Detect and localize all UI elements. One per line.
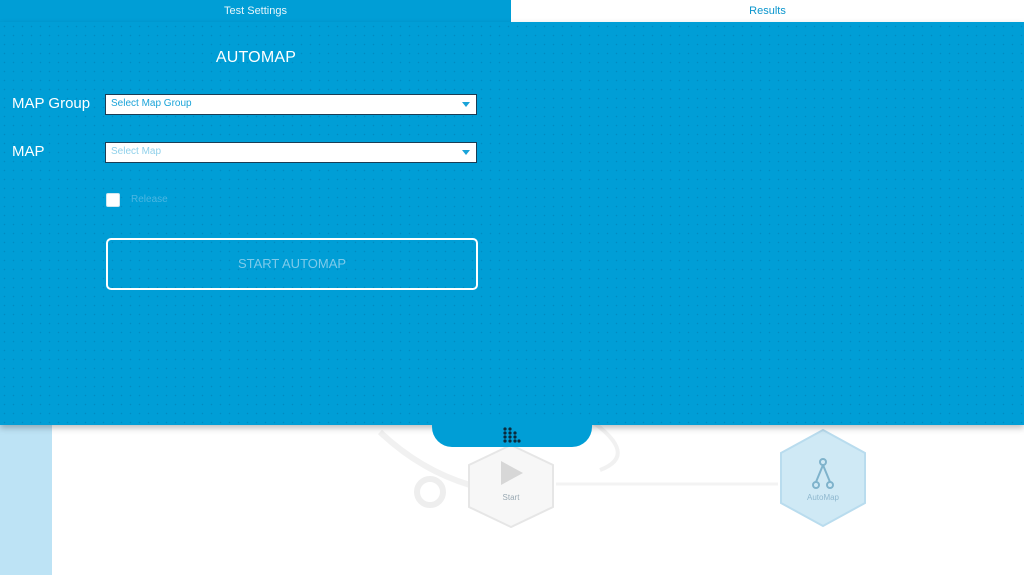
automap-node[interactable]: AutoMap bbox=[778, 428, 868, 528]
tab-test-settings[interactable]: Test Settings bbox=[0, 0, 511, 22]
release-label: Release bbox=[131, 194, 168, 205]
map-select[interactable]: Select Map bbox=[105, 142, 477, 163]
chevron-down-icon bbox=[462, 102, 470, 107]
test-settings-panel: AUTOMAP MAP Group Select Map Group MAP S… bbox=[0, 22, 1024, 425]
hexagon-shape bbox=[468, 443, 554, 529]
hexagon-shape bbox=[780, 428, 866, 528]
map-group-select[interactable]: Select Map Group bbox=[105, 94, 477, 115]
automap-node-label: AutoMap bbox=[806, 493, 840, 502]
grid-dots-icon bbox=[503, 427, 521, 443]
map-label: MAP bbox=[12, 143, 45, 160]
release-checkbox[interactable] bbox=[106, 193, 120, 207]
chevron-down-icon bbox=[462, 150, 470, 155]
map-group-label: MAP Group bbox=[12, 95, 91, 112]
tab-results[interactable]: Results bbox=[511, 0, 1024, 22]
start-node-label: Start bbox=[502, 493, 520, 502]
start-node[interactable]: Start bbox=[466, 443, 556, 529]
panel-toggle-handle[interactable] bbox=[432, 415, 592, 447]
panel-title: AUTOMAP bbox=[215, 49, 297, 66]
start-automap-button[interactable]: START AUTOMAP bbox=[106, 238, 478, 290]
map-select-value: Select Map bbox=[111, 146, 162, 157]
map-group-select-value: Select Map Group bbox=[111, 98, 192, 109]
side-strip bbox=[0, 425, 52, 575]
